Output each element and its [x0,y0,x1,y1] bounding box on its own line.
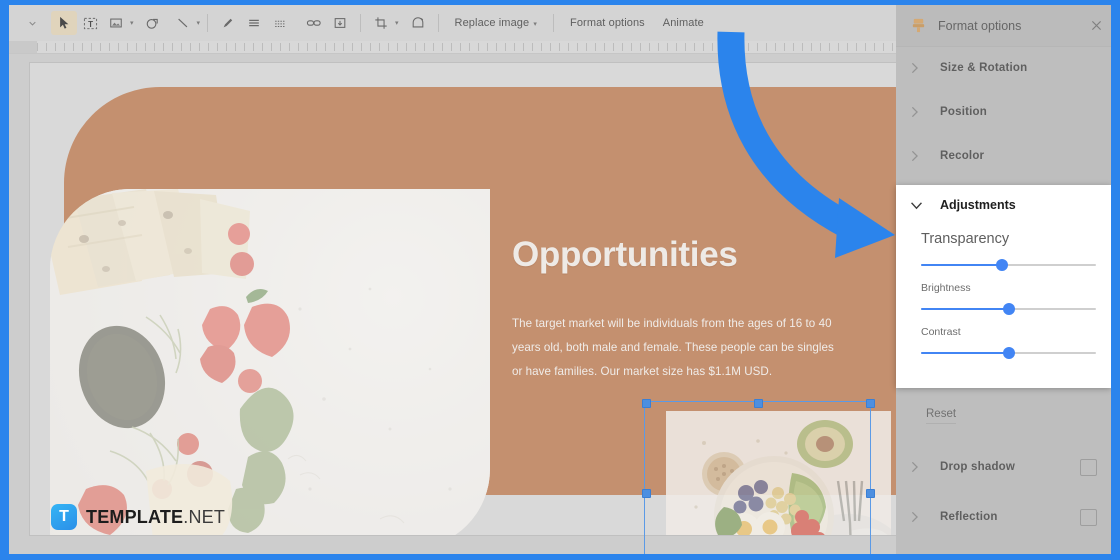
resize-handle-middle-right[interactable] [866,489,875,498]
reset-button[interactable]: Reset [926,408,957,424]
slider-fill [921,264,1002,266]
logo-name: TEMPLATE [86,506,184,527]
resize-handle-top-right[interactable] [866,399,875,408]
panel-section-label: Reflection [940,511,998,523]
left-food-photo[interactable] [50,189,490,535]
slides-editor: T ▾ ▾ ▾ Replace image ▾ Format options A… [9,5,1111,554]
insert-image-icon[interactable] [103,11,129,35]
align-icon[interactable] [241,11,267,35]
chevron-right-icon[interactable] [910,106,940,118]
window-border-bottom [0,554,1120,560]
slider-fill [921,352,1009,354]
resize-handle-middle-left[interactable] [642,489,651,498]
brightness-label: Brightness [921,282,971,294]
panel-section-size-rotation[interactable]: Size & Rotation [896,46,1111,90]
reset-row: Reset [896,388,1111,443]
transparency-label: Transparency [921,231,1010,247]
crop-icon[interactable] [368,11,394,35]
adjustments-header[interactable]: Adjustments [896,185,1111,225]
slide-canvas[interactable]: Opportunities The target market will be … [30,63,902,535]
format-options-button[interactable]: Format options [561,17,654,29]
panel-section-recolor[interactable]: Recolor [896,134,1111,178]
adjustments-section[interactable]: Adjustments Transparency Brightness Cont… [896,185,1111,388]
reflection-checkbox[interactable] [1080,508,1097,526]
animate-button[interactable]: Animate [654,17,713,29]
contrast-label: Contrast [921,326,961,338]
panel-section-label: Size & Rotation [940,62,1028,74]
slider-thumb[interactable] [1002,303,1015,315]
brightness-slider[interactable] [921,302,1096,316]
paint-brush-icon [909,17,927,35]
resize-handle-top-center[interactable] [754,399,763,408]
screenshot-root: T ▾ ▾ ▾ Replace image ▾ Format options A… [0,0,1120,560]
resize-handle-top-left[interactable] [642,399,651,408]
insert-image-caret-icon[interactable]: ▾ [130,19,134,27]
window-border-left [0,0,9,560]
panel-section-label: Position [940,106,987,118]
undo-caret-icon[interactable] [19,11,45,35]
line-caret-icon[interactable]: ▾ [197,19,201,27]
slider-thumb[interactable] [995,259,1008,271]
panel-section-drop-shadow[interactable]: Drop shadow [896,445,1111,489]
replace-image-caret-icon[interactable]: ▾ [533,21,537,28]
panel-title: Format options [938,18,1022,33]
text-box-icon[interactable]: T [77,11,103,35]
replace-image-button[interactable]: Replace image ▾ [446,17,546,29]
template-net-logo: T TEMPLATE.NET [51,504,225,530]
slide-title[interactable]: Opportunities [512,235,738,275]
toolbar-divider-3 [437,14,439,32]
logo-suffix: .NET [183,506,226,527]
insert-link-icon[interactable] [301,11,327,35]
window-border-right [1111,0,1120,560]
slider-fill [921,308,1009,310]
svg-text:T: T [88,19,93,28]
comment-icon[interactable] [327,11,353,35]
contrast-slider[interactable] [921,346,1096,360]
photo-transparency-wash [50,189,490,535]
replace-image-label: Replace image [454,17,530,29]
pen-icon[interactable] [215,11,241,35]
line-spacing-icon[interactable] [267,11,293,35]
panel-section-reflection[interactable]: Reflection [896,495,1111,539]
sliders-group: Transparency Brightness Contrast [896,231,1111,360]
panel-section-position[interactable]: Position [896,90,1111,134]
crop-caret-icon[interactable]: ▾ [395,19,399,27]
select-cursor-icon[interactable] [51,11,77,35]
close-icon[interactable] [1081,20,1111,31]
chevron-right-icon[interactable] [910,461,940,473]
adjustments-label: Adjustments [940,198,1016,212]
slide-body-text[interactable]: The target market will be individuals fr… [512,312,842,383]
slider-thumb[interactable] [1002,347,1015,359]
line-icon[interactable] [170,11,196,35]
drop-shadow-checkbox[interactable] [1080,458,1097,476]
panel-section-label: Recolor [940,150,985,162]
window-border-top [0,0,1120,5]
toolbar-divider-2 [360,14,362,32]
chevron-right-icon[interactable] [910,511,940,523]
mask-shape-icon[interactable] [405,11,431,35]
chevron-right-icon[interactable] [910,62,940,74]
food-bowl-illustration [666,411,891,535]
toolbar-divider-4 [553,14,555,32]
chevron-right-icon[interactable] [910,150,940,162]
panel-header: Format options [896,5,1111,47]
chevron-down-icon[interactable] [910,201,940,210]
panel-section-label: Drop shadow [940,461,1016,473]
logo-mark-icon: T [51,504,77,530]
transparency-slider[interactable] [921,258,1096,272]
logo-text: TEMPLATE.NET [86,507,225,528]
selected-food-bowl-image[interactable] [666,411,891,535]
ruler-left-margin [9,41,37,53]
toolbar-divider [207,14,209,32]
shape-icon[interactable] [140,11,166,35]
